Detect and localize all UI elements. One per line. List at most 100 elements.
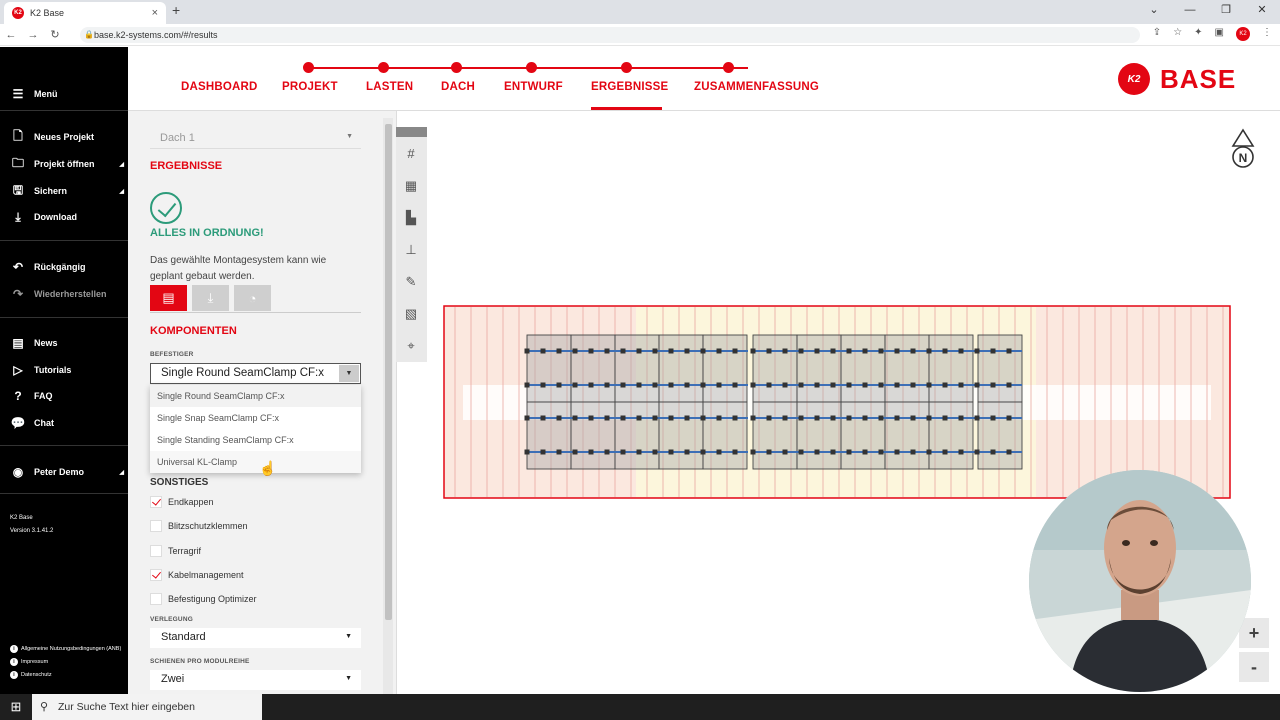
roof-edge-icon[interactable]: ▙ bbox=[401, 208, 421, 228]
reload-icon[interactable]: ↻ bbox=[44, 28, 66, 41]
sidepanel-icon[interactable]: ▣ bbox=[1215, 27, 1224, 41]
checkbox[interactable] bbox=[150, 593, 162, 605]
browser-menu-icon[interactable]: ⋮ bbox=[1262, 27, 1272, 41]
sidebar-item-news[interactable]: ▤ News bbox=[10, 335, 124, 351]
checkbox[interactable] bbox=[150, 496, 162, 508]
sidebar-item-download[interactable]: ⤓ Download bbox=[10, 209, 124, 225]
bookmark-star-icon[interactable]: ☆ bbox=[1173, 27, 1182, 41]
solar-module[interactable] bbox=[614, 401, 660, 470]
solar-module[interactable] bbox=[752, 401, 798, 470]
solar-module[interactable] bbox=[752, 334, 798, 403]
solar-module[interactable] bbox=[702, 401, 748, 470]
footer-link-terms[interactable]: i Allgemeine Nutzungsbedingungen (ANB) bbox=[10, 645, 121, 653]
dropdown-option[interactable]: Single Standing SeamClamp CF:x bbox=[150, 429, 361, 451]
checkbox[interactable] bbox=[150, 545, 162, 557]
tab-close-icon[interactable]: × bbox=[152, 7, 158, 19]
browser-tab[interactable]: K2 K2 Base × bbox=[4, 2, 166, 24]
panel-scrollbar-thumb[interactable] bbox=[385, 124, 392, 620]
grid-coarse-icon[interactable]: ▦ bbox=[401, 176, 421, 196]
sidebar-item-open-project[interactable]: 🗀 Projekt öffnen ◢ bbox=[10, 156, 124, 172]
sidebar-item-undo[interactable]: ↶ Rückgängig bbox=[10, 259, 124, 275]
url-field[interactable]: 🔒 base.k2-systems.com/#/results bbox=[80, 27, 1140, 43]
restore-icon[interactable]: ❐ bbox=[1208, 0, 1244, 22]
tab-dashboard[interactable]: DASHBOARD bbox=[181, 81, 258, 93]
solar-module[interactable] bbox=[570, 334, 616, 403]
footer-link-imprint[interactable]: i Impressum bbox=[10, 658, 48, 666]
solar-module[interactable] bbox=[796, 334, 842, 403]
footer-link-privacy[interactable]: i Datenschutz bbox=[10, 671, 52, 679]
location-pin-icon[interactable]: ⌖ bbox=[401, 336, 421, 356]
new-tab-icon[interactable]: + bbox=[172, 2, 180, 18]
hatch-icon[interactable]: ▧ bbox=[401, 304, 421, 324]
checkbox-endkappen[interactable]: Endkappen bbox=[150, 496, 214, 508]
clamp-point bbox=[990, 382, 996, 388]
solar-module[interactable] bbox=[702, 334, 748, 403]
taskbar-search-input[interactable]: ⚲ Zur Suche Text hier eingeben bbox=[32, 694, 262, 720]
checkbox-kabelmanagement[interactable]: Kabelmanagement bbox=[150, 569, 244, 581]
clamp-point bbox=[814, 415, 820, 421]
sidebar-item-user[interactable]: ◉ Peter Demo ◢ bbox=[10, 464, 124, 480]
back-icon[interactable]: ← bbox=[0, 29, 22, 41]
solar-module[interactable] bbox=[796, 401, 842, 470]
share-icon[interactable]: ⇪ bbox=[1153, 27, 1161, 41]
solar-module[interactable] bbox=[884, 401, 930, 470]
solar-module[interactable] bbox=[884, 334, 930, 403]
tab-zusammenfassung[interactable]: ZUSAMMENFASSUNG bbox=[694, 81, 819, 93]
grid-fine-icon[interactable]: # bbox=[401, 144, 421, 164]
solar-module[interactable] bbox=[658, 334, 704, 403]
checkbox-blitzschutzklemmen[interactable]: Blitzschutzklemmen bbox=[150, 520, 248, 532]
sidebar-item-new-project[interactable]: 🗋 Neues Projekt bbox=[10, 129, 124, 145]
solar-module[interactable] bbox=[977, 401, 1023, 470]
roof-layout-drawing[interactable] bbox=[443, 305, 1233, 500]
forward-icon[interactable]: → bbox=[22, 29, 44, 41]
rails-select[interactable]: Zwei ▼ bbox=[150, 670, 361, 690]
tab-lasten[interactable]: LASTEN bbox=[366, 81, 413, 93]
profile-k2-icon[interactable]: K2 bbox=[1236, 27, 1250, 41]
solar-module[interactable] bbox=[614, 334, 660, 403]
solar-module[interactable] bbox=[840, 401, 886, 470]
pencil-icon[interactable]: ✎ bbox=[401, 272, 421, 292]
dimension-icon[interactable]: ⊥ bbox=[401, 240, 421, 260]
checkbox[interactable] bbox=[150, 520, 162, 532]
fastener-select[interactable]: Single Round SeamClamp CF:x ▼ bbox=[150, 363, 361, 384]
tab-dach[interactable]: DACH bbox=[441, 81, 475, 93]
tab-ergebnisse[interactable]: ERGEBNISSE bbox=[591, 81, 668, 93]
checkbox[interactable] bbox=[150, 569, 162, 581]
tab-search-icon[interactable]: ⌄ bbox=[1136, 0, 1172, 22]
minimize-icon[interactable]: — bbox=[1172, 0, 1208, 22]
roof-select[interactable]: Dach 1 ▼ bbox=[150, 127, 361, 149]
solar-module[interactable] bbox=[570, 401, 616, 470]
solar-module[interactable] bbox=[526, 401, 572, 470]
menu-toggle[interactable]: ☰ Menü bbox=[10, 86, 124, 102]
extensions-icon[interactable]: ✦ bbox=[1194, 27, 1202, 41]
tab-statics[interactable]: ◔ bbox=[234, 285, 271, 311]
solar-module[interactable] bbox=[928, 401, 974, 470]
checkbox-befestigung-optimizer[interactable]: Befestigung Optimizer bbox=[150, 593, 257, 605]
chevron-down-icon[interactable]: ▼ bbox=[339, 365, 359, 382]
checkbox-terragrif[interactable]: Terragrif bbox=[150, 545, 201, 557]
tab-component-list[interactable]: ▤ bbox=[150, 285, 187, 311]
tab-projekt[interactable]: PROJEKT bbox=[282, 81, 338, 93]
sidebar-item-redo[interactable]: ↷ Wiederherstellen bbox=[10, 286, 124, 302]
solar-module[interactable] bbox=[840, 334, 886, 403]
dropdown-option[interactable]: Single Snap SeamClamp CF:x bbox=[150, 407, 361, 429]
dropdown-option[interactable]: Single Round SeamClamp CF:x bbox=[150, 385, 361, 407]
solar-module[interactable] bbox=[658, 401, 704, 470]
sidebar-item-save[interactable]: 🖫 Sichern ◢ bbox=[10, 183, 124, 199]
rails-select-value: Zwei bbox=[161, 673, 185, 685]
tab-download[interactable]: ⤓ bbox=[192, 285, 229, 311]
laying-select[interactable]: Standard ▼ bbox=[150, 628, 361, 648]
solar-module[interactable] bbox=[526, 334, 572, 403]
sidebar-item-faq[interactable]: ? FAQ bbox=[10, 388, 124, 404]
zoom-out-button[interactable]: - bbox=[1239, 652, 1269, 682]
clamp-point bbox=[620, 449, 626, 455]
sidebar-item-chat[interactable]: 💬 Chat bbox=[10, 415, 124, 431]
windows-start-icon[interactable]: ⊞ bbox=[0, 694, 32, 720]
dropdown-option[interactable]: Universal KL-Clamp bbox=[150, 451, 361, 473]
solar-module[interactable] bbox=[928, 334, 974, 403]
window-close-icon[interactable]: ✕ bbox=[1244, 0, 1280, 22]
sidebar-item-tutorials[interactable]: ▷ Tutorials bbox=[10, 362, 124, 378]
solar-module[interactable] bbox=[977, 334, 1023, 403]
tab-entwurf[interactable]: ENTWURF bbox=[504, 81, 563, 93]
zoom-in-button[interactable]: + bbox=[1239, 618, 1269, 648]
